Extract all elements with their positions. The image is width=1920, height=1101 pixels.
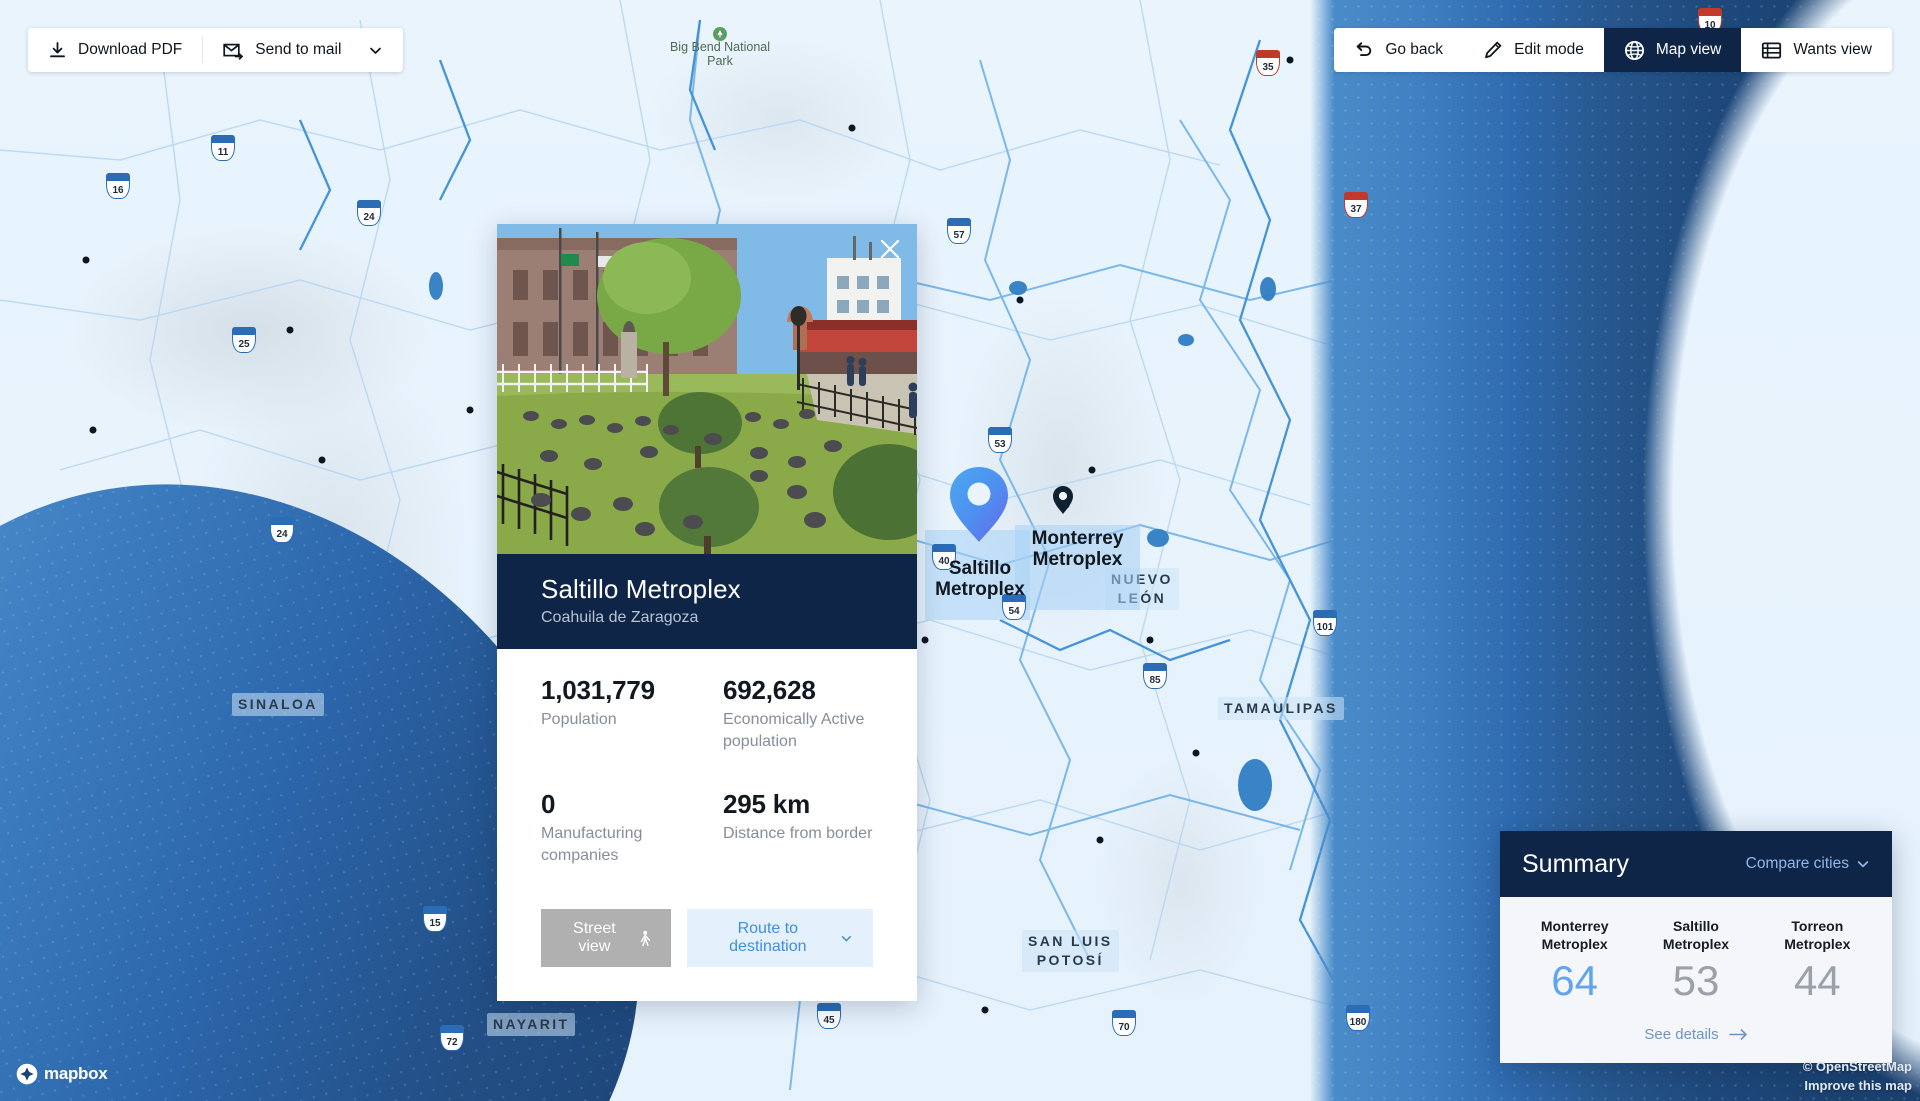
card-actions: Street view Route to destination	[497, 867, 917, 1001]
mail-send-icon	[223, 43, 244, 60]
view-toolbar: Go back Edit mode Map view Wants view	[1334, 28, 1892, 72]
summary-city-saltillo[interactable]: Saltillo Metroplex 53	[1635, 917, 1756, 1004]
summary-city-score: 44	[1793, 957, 1841, 1004]
summary-city-monterrey[interactable]: Monterrey Metroplex 64	[1514, 917, 1635, 1004]
summary-body: Monterrey Metroplex 64 Saltillo Metrople…	[1500, 897, 1892, 1063]
card-stats: 1,031,779 Population 692,628 Economicall…	[497, 649, 917, 867]
summary-title: Summary	[1522, 849, 1629, 878]
stat-label: Distance from border	[723, 825, 873, 842]
close-icon[interactable]	[877, 236, 903, 262]
stat-label: Population	[541, 711, 617, 728]
wants-view-label: Wants view	[1793, 41, 1872, 58]
highway-shield: 15	[423, 906, 447, 932]
stat-distance-border: 295 km Distance from border	[723, 789, 873, 867]
map-pin-monterrey[interactable]	[1052, 485, 1074, 515]
stat-value: 0	[541, 789, 556, 819]
pedestrian-icon	[640, 930, 650, 946]
street-view-button[interactable]: Street view	[541, 909, 672, 967]
highway-shield: 85	[1143, 663, 1167, 689]
route-to-destination-button[interactable]: Route to destination	[687, 909, 873, 967]
card-subtitle: Coahuila de Zaragoza	[541, 609, 699, 626]
highway-shield: 24	[357, 200, 381, 226]
map-application: Big Bend National Park SINALOA NAYARIT N…	[0, 0, 1920, 1101]
improve-this-map-link[interactable]: Improve this map	[1803, 1076, 1912, 1095]
map-view-label: Map view	[1655, 41, 1722, 58]
summary-city-score: 64	[1551, 957, 1599, 1004]
highway-shield-interstate: 37	[1344, 192, 1368, 218]
see-details-button[interactable]: See details	[1514, 1016, 1878, 1047]
map-view-tab[interactable]: Map view	[1603, 28, 1742, 72]
send-to-mail-label: Send to mail	[255, 41, 342, 58]
map-attribution: © OpenStreetMap Improve this map	[1803, 1057, 1912, 1095]
highway-shield: 53	[988, 427, 1012, 453]
stat-value: 692,628	[723, 675, 816, 705]
edit-mode-button[interactable]: Edit mode	[1463, 28, 1604, 72]
globe-icon	[1624, 40, 1644, 60]
download-pdf-button[interactable]: Download PDF	[28, 28, 202, 72]
mapbox-mark-icon	[16, 1063, 38, 1085]
highway-shield: 11	[211, 135, 235, 161]
stat-label: Manufacturing companies	[541, 825, 643, 864]
edit-mode-label: Edit mode	[1514, 41, 1584, 58]
chevron-down-icon	[842, 935, 852, 941]
map-city-label-monterrey[interactable]: Monterrey Metroplex	[1015, 528, 1140, 570]
mapbox-logo[interactable]: mapbox	[16, 1063, 108, 1085]
summary-header: Summary Compare cities	[1500, 831, 1892, 897]
arrow-right-icon	[1728, 1029, 1747, 1040]
highway-shield: 25	[232, 327, 256, 353]
highway-shield: 72	[440, 1025, 464, 1051]
export-toolbar: Download PDF Send to mail	[28, 28, 404, 72]
highway-shield: 16	[106, 173, 130, 199]
summary-city-name: Monterrey Metroplex	[1540, 918, 1609, 952]
compare-cities-button[interactable]: Compare cities	[1746, 855, 1870, 873]
highway-shield-interstate: 35	[1256, 50, 1280, 76]
stat-economically-active: 692,628 Economically Active population	[723, 675, 873, 753]
stat-population: 1,031,779 Population	[541, 675, 723, 753]
stat-label: Economically Active population	[723, 711, 865, 750]
chevron-down-icon[interactable]	[368, 43, 383, 58]
city-photo-illustration	[497, 224, 917, 554]
card-title: Saltillo Metroplex	[541, 574, 741, 604]
list-view-icon	[1762, 42, 1782, 58]
stat-manufacturing: 0 Manufacturing companies	[541, 789, 723, 867]
download-pdf-label: Download PDF	[78, 41, 183, 58]
highway-shield: 24	[270, 517, 294, 543]
summary-city-name: Saltillo Metroplex	[1662, 918, 1730, 952]
undo-arrow-icon	[1356, 42, 1372, 57]
city-photo	[497, 224, 917, 554]
highway-shield: 180	[1346, 1005, 1370, 1031]
stat-value: 1,031,779	[541, 675, 655, 705]
see-details-label: See details	[1644, 1026, 1719, 1043]
chevron-down-icon	[1857, 861, 1869, 868]
openstreetmap-attribution[interactable]: © OpenStreetMap	[1803, 1057, 1912, 1076]
compare-cities-label: Compare cities	[1745, 855, 1849, 872]
city-detail-card: Saltillo Metroplex Coahuila de Zaragoza …	[497, 224, 917, 1001]
highway-shield: 57	[947, 218, 971, 244]
street-view-label: Street view	[573, 920, 616, 955]
stat-value: 295 km	[723, 789, 810, 819]
summary-panel: Summary Compare cities Monterrey Metropl…	[1500, 831, 1892, 1063]
mapbox-wordmark: mapbox	[44, 1064, 108, 1083]
map-park-label: Big Bend National Park	[669, 40, 771, 68]
go-back-label: Go back	[1385, 41, 1444, 58]
wants-view-tab[interactable]: Wants view	[1741, 28, 1892, 72]
summary-city-name: Torreon Metroplex	[1784, 918, 1851, 952]
card-header: Saltillo Metroplex Coahuila de Zaragoza	[497, 554, 917, 649]
download-icon	[50, 41, 65, 57]
route-label: Route to destination	[729, 920, 807, 955]
send-to-mail-button[interactable]: Send to mail	[203, 28, 403, 72]
pencil-icon	[1485, 41, 1502, 59]
summary-city-score: 53	[1672, 957, 1720, 1004]
map-pin-selected-saltillo[interactable]	[948, 465, 1010, 545]
highway-shield: 70	[1112, 1010, 1136, 1036]
summary-city-torreon[interactable]: Torreon Metroplex 44	[1757, 917, 1878, 1004]
highway-shield: 101	[1313, 610, 1337, 636]
park-icon	[713, 27, 727, 41]
highway-shield: 45	[817, 1003, 841, 1029]
go-back-button[interactable]: Go back	[1334, 28, 1464, 72]
